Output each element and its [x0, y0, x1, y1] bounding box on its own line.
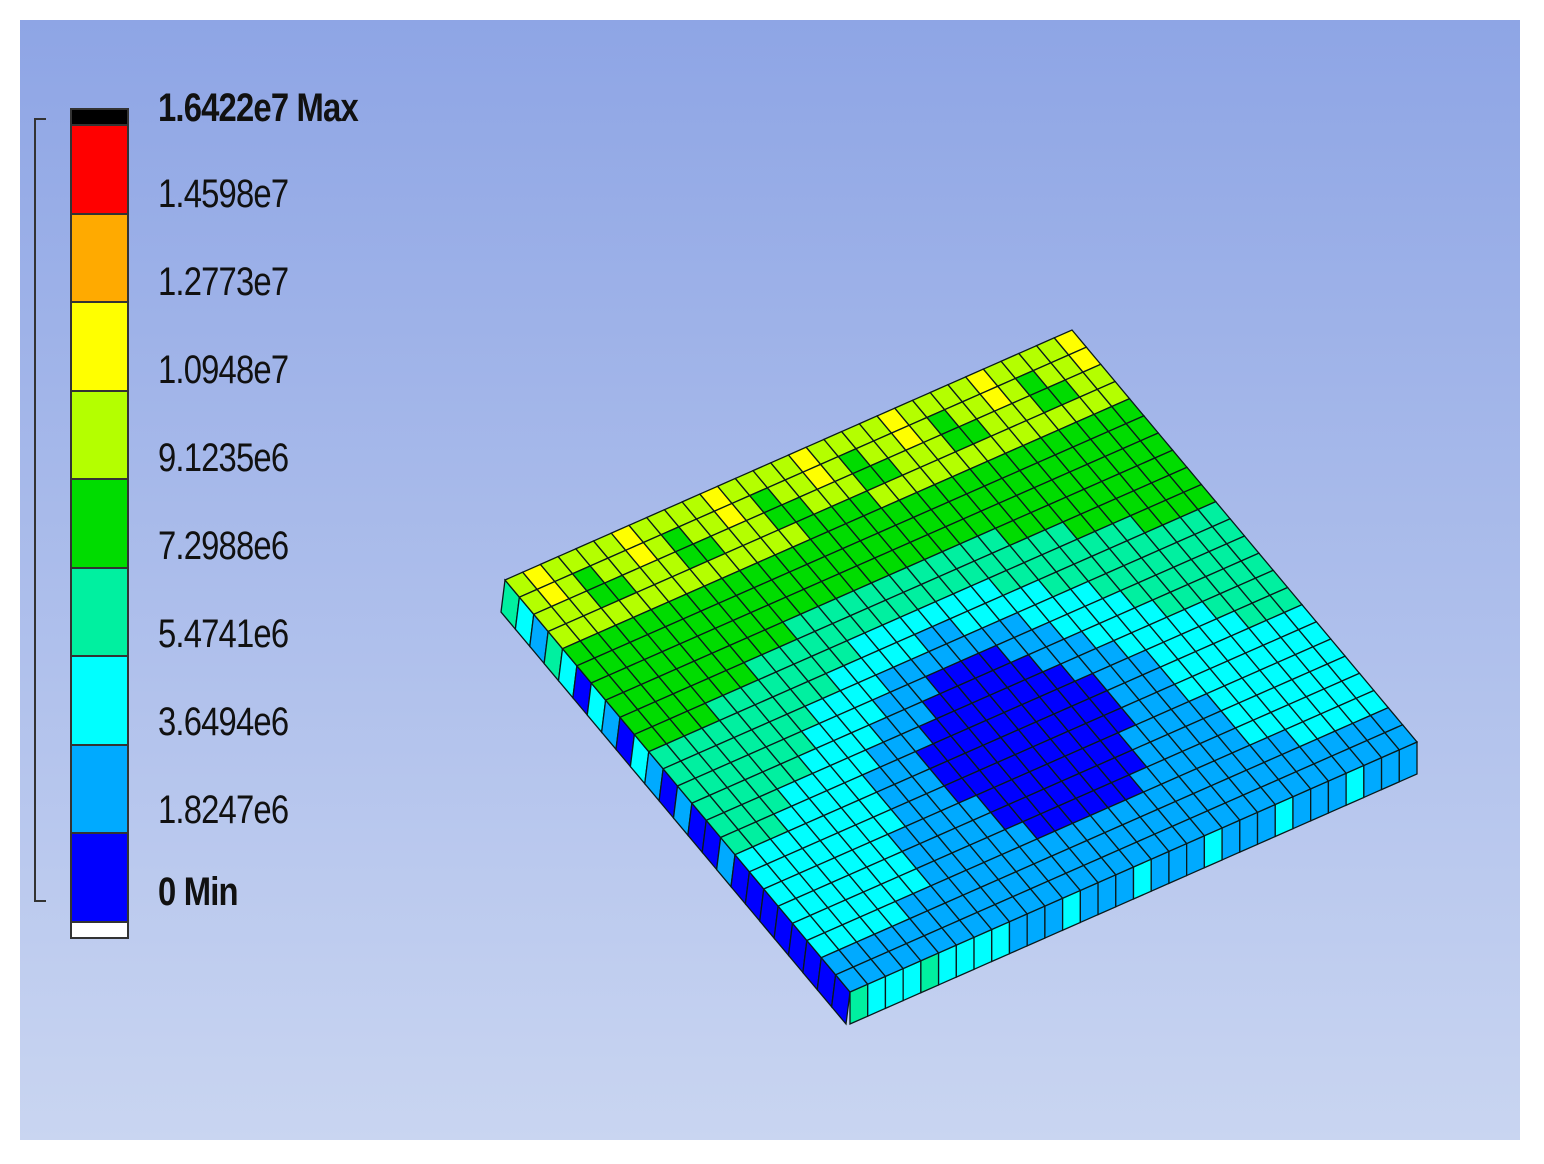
stress-contour-model [500, 329, 1419, 1026]
